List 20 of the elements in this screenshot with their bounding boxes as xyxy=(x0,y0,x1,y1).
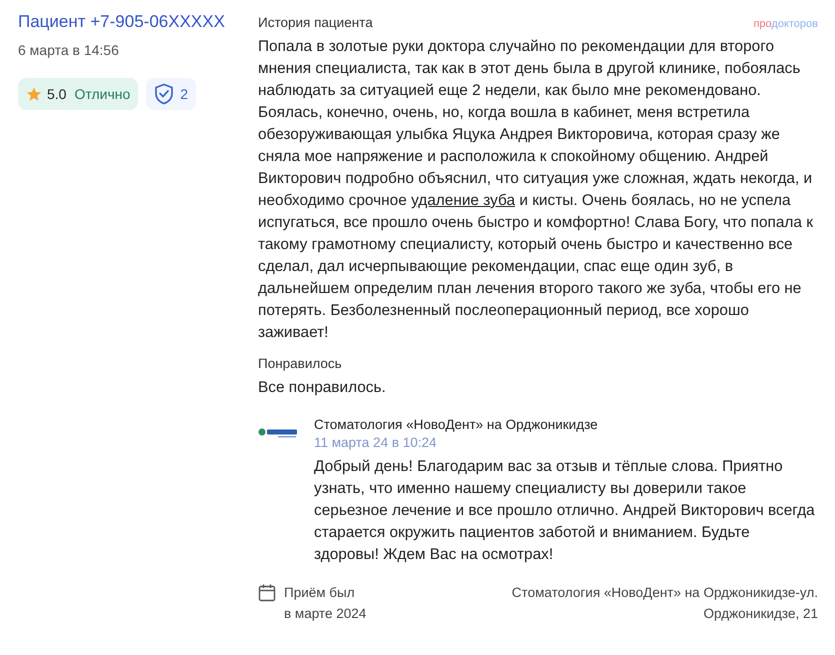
clinic-address: Стоматология «НовоДент» на Орджоникидзе-ул. Орджоникидзе, 21 xyxy=(512,584,818,623)
rating-score: 5.0 xyxy=(47,86,66,102)
review-text: Попала в золотые руки доктора случайно по рекомендации для второго мнения специалиста, так как в этот день была в другой клинике, побоялась наблюдать за ситуацией еще 2 недели, как было мне рекомендовано. Боялась, конечно, очень, но, когда вошла в кабинет, меня встретила обезоруживающая улыбка Яцука Андрея Викторовича, которая сразу же сняла мое напряжение и расположила к спокойному общению. Андрей Викторович подробно объяснил, что ситуация уже сложная, ждать некогда, и необходимо срочное удаление зуба и кисты. Очень боялась, но не успела испугаться, все прошло очень быстро и комфортно! Слава Богу, что попала к такому грамотному специалисту, который очень быстро и качественно все сделал, дал исчерпывающие рекомендации, спас еще один зуб, в дальнейшем определим план лечения второго такого же зуба, чтобы его не потерять. Безболезненный послеоперационный период, все хорошо заживает! xyxy=(258,37,814,343)
section-heading: История пациента xyxy=(258,15,373,30)
rating-verdict: Отлично xyxy=(74,86,130,102)
clinic-name: Стоматология «НовоДент» на Орджоникидзе xyxy=(314,417,599,432)
visit-date: Приём был в марте 2024 xyxy=(284,584,366,623)
shield-check-icon xyxy=(154,83,174,105)
patient-name[interactable]: Пациент +7-905-06XXXXX xyxy=(18,12,258,32)
liked-text: Все понравилось. xyxy=(258,378,387,398)
text-link[interactable]: удаление зуба xyxy=(411,192,516,209)
verified-count: 2 xyxy=(180,86,188,102)
brand-logo: продокторов xyxy=(753,18,818,30)
reply-text: Добрый день! Благодарим вас за отзыв и тёплые слова. Приятно узнать, что именно нашему специалисту вы доверили такое серьезное лечение и все прошло отлично. Андрей Викторович всегда старается окружить пациентов заботой и вниманием. Будьте здоровы! Ждем Вас на осмотрах! xyxy=(314,457,816,565)
clinic-logo-icon xyxy=(258,427,298,439)
reply-date: 11 марта 24 в 10:24 xyxy=(314,435,438,450)
calendar-icon xyxy=(258,584,276,602)
star-icon xyxy=(26,86,42,102)
review-date: 6 марта в 14:56 xyxy=(18,42,120,58)
section-heading: Понравилось xyxy=(258,356,343,371)
